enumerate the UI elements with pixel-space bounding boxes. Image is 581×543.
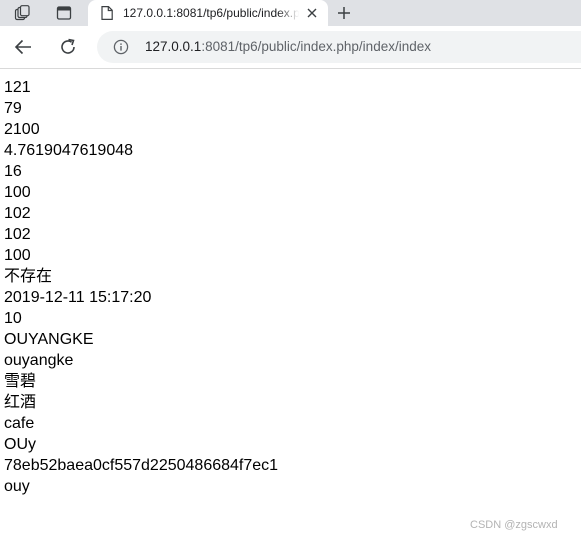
back-arrow-icon[interactable] <box>11 35 35 59</box>
output-line: 红酒 <box>4 394 37 411</box>
output-line: 102 <box>4 205 31 222</box>
reload-icon[interactable] <box>56 35 80 59</box>
watermark: CSDN @zgscwxd <box>470 519 558 531</box>
address-bar[interactable]: 127.0.0.1:8081/tp6/public/index.php/inde… <box>97 31 581 63</box>
output-line: cafe <box>4 415 35 432</box>
info-icon[interactable] <box>113 39 129 55</box>
output-line: 102 <box>4 226 31 243</box>
output-line: 不存在 <box>4 268 53 285</box>
output-line: 雪碧 <box>4 373 37 390</box>
output-line: 10 <box>4 310 22 327</box>
tab-title: 127.0.0.1:8081/tp6/public/index.php/inde… <box>123 6 299 20</box>
tab-strip: 127.0.0.1:8081/tp6/public/index.php/inde… <box>0 0 581 26</box>
close-icon[interactable] <box>303 4 321 22</box>
browser-toolbar: 127.0.0.1:8081/tp6/public/index.php/inde… <box>0 26 581 69</box>
url-path: :8081/tp6/public/index.php/index/index <box>201 39 431 54</box>
plus-icon[interactable] <box>333 2 355 24</box>
output-line: 100 <box>4 247 31 264</box>
output-line: OUy <box>4 436 36 453</box>
tab-actions-icon[interactable] <box>53 2 75 24</box>
url-text[interactable]: 127.0.0.1:8081/tp6/public/index.php/inde… <box>145 39 431 54</box>
output-line: 100 <box>4 184 31 201</box>
active-tab[interactable]: 127.0.0.1:8081/tp6/public/index.php/inde… <box>88 0 328 26</box>
output-line: 4.7619047619048 <box>4 142 134 159</box>
output-line: ouyangke <box>4 352 74 369</box>
output-line: 16 <box>4 163 22 180</box>
output-line: ouy <box>4 478 30 495</box>
output-line: 2019-12-11 15:17:20 <box>4 289 152 306</box>
output-line: 121 <box>4 79 31 96</box>
output-line: 78eb52baea0cf557d2250486684f7ec1 <box>4 457 279 474</box>
output-line: OUYANGKE <box>4 331 94 348</box>
page-output: 121 79 2100 4.7619047619048 16 100 102 1… <box>4 77 564 497</box>
output-line: 79 <box>4 100 22 117</box>
workspaces-icon[interactable] <box>11 2 33 24</box>
url-host: 127.0.0.1 <box>145 39 202 54</box>
output-line: 2100 <box>4 121 40 138</box>
page-icon <box>99 5 115 21</box>
